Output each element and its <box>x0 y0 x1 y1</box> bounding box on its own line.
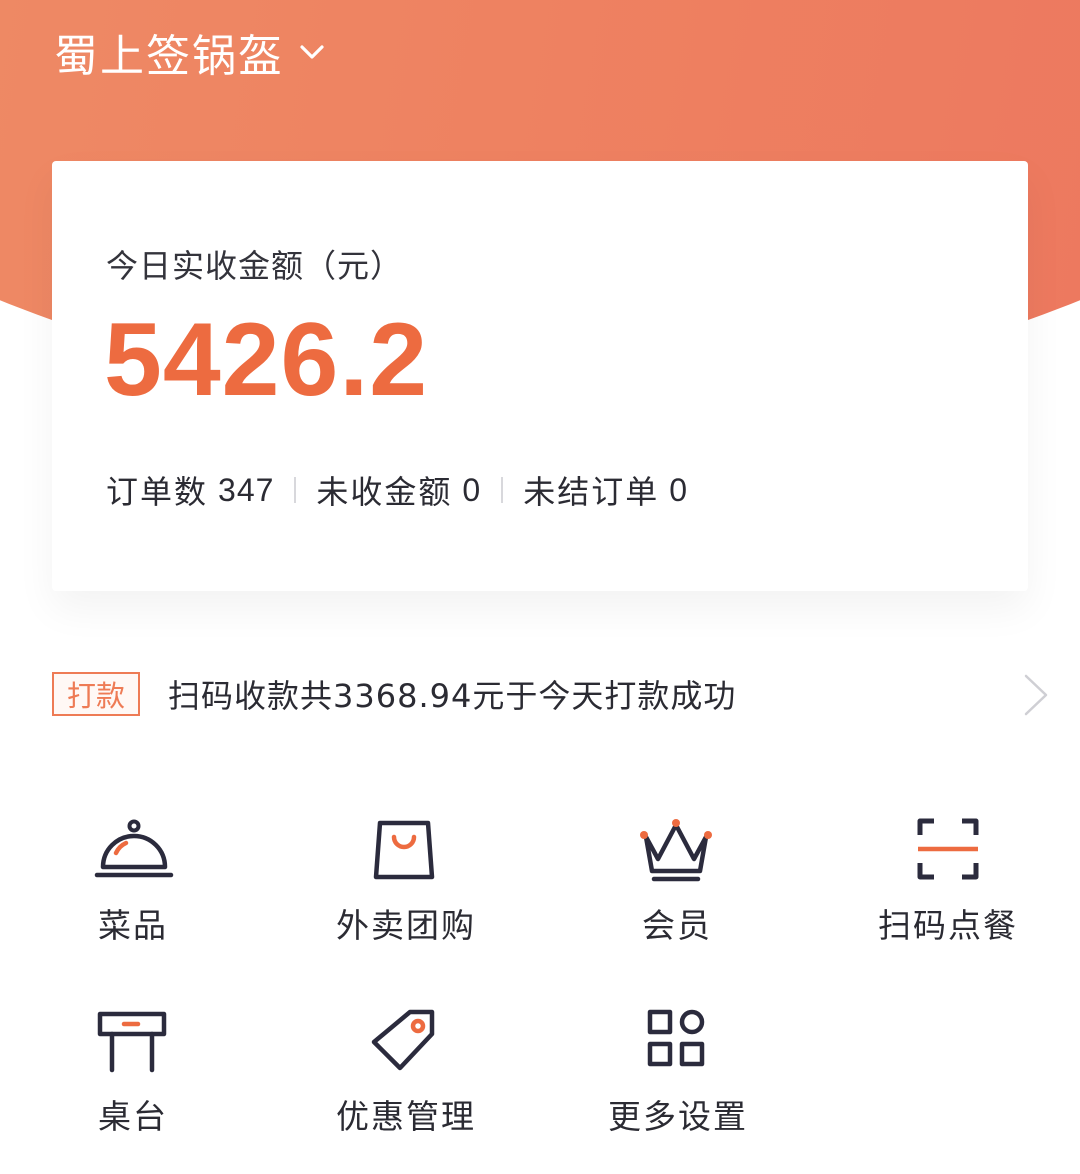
grid-apps-icon <box>647 1009 705 1067</box>
menu-takeout[interactable]: 外卖团购 <box>270 815 540 965</box>
store-switcher[interactable]: 蜀上签锅盔 <box>54 22 326 82</box>
chevron-down-icon <box>300 45 324 59</box>
menu-label: 更多设置 <box>608 1097 748 1136</box>
stat-label: 未结订单 <box>523 473 660 511</box>
order-stats: 订单数 347 未收金额 0 未结订单 0 <box>106 467 688 513</box>
revenue-label: 今日实收金额（元） <box>106 247 404 285</box>
dish-cover-icon <box>94 819 174 878</box>
menu-label: 外卖团购 <box>336 906 476 945</box>
payout-tag: 打款 <box>52 672 140 716</box>
chevron-right-icon <box>1024 674 1048 716</box>
menu-label: 菜品 <box>98 906 168 945</box>
menu-scan-order[interactable]: 扫码点餐 <box>810 815 1080 965</box>
crown-icon <box>640 819 712 882</box>
menu-members[interactable]: 会员 <box>540 815 810 965</box>
menu-label: 优惠管理 <box>336 1097 476 1136</box>
stat-label: 未收金额 <box>316 473 453 511</box>
revenue-card: 今日实收金额（元） 5426.2 订单数 347 未收金额 0 未结订单 0 <box>52 161 1028 591</box>
menu-promotions[interactable]: 优惠管理 <box>270 1006 540 1156</box>
stat-value: 347 <box>218 471 275 508</box>
stat-label: 订单数 <box>106 473 209 511</box>
divider <box>294 477 297 503</box>
stat-value: 0 <box>462 471 482 508</box>
stat-value: 0 <box>669 471 689 508</box>
payout-notice[interactable]: 打款 扫码收款共3368.94元于今天打款成功 <box>52 664 1052 724</box>
divider <box>501 477 504 503</box>
menu-tables[interactable]: 桌台 <box>0 1006 270 1156</box>
menu-more-settings[interactable]: 更多设置 <box>540 1006 810 1156</box>
store-name: 蜀上签锅盔 <box>54 31 284 82</box>
revenue-amount: 5426.2 <box>104 302 429 418</box>
scan-icon <box>917 818 979 880</box>
menu-label: 扫码点餐 <box>878 906 1018 945</box>
shopping-bag-icon <box>373 820 435 880</box>
payout-text: 扫码收款共3368.94元于今天打款成功 <box>168 677 737 715</box>
menu-label: 会员 <box>642 906 712 945</box>
table-icon <box>97 1011 167 1073</box>
menu-label: 桌台 <box>98 1097 168 1136</box>
price-tag-icon <box>371 1009 435 1071</box>
stat-unsettled-orders[interactable]: 未结订单 0 <box>523 467 688 513</box>
menu-dishes[interactable]: 菜品 <box>0 815 270 965</box>
stat-unpaid-amount[interactable]: 未收金额 0 <box>316 467 481 513</box>
stat-order-count[interactable]: 订单数 347 <box>106 467 274 513</box>
